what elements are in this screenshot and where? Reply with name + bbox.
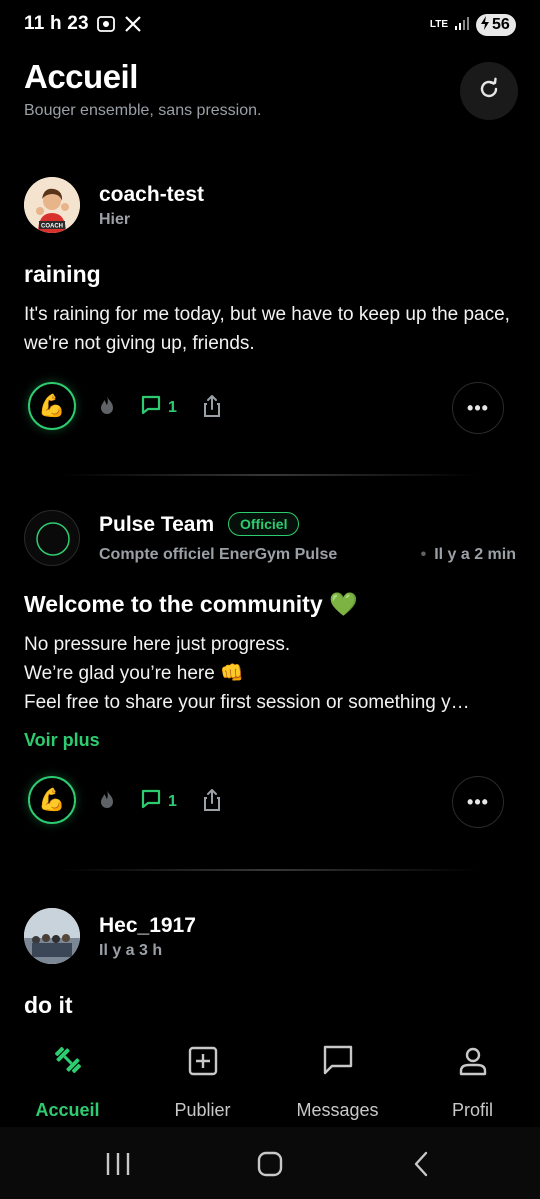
flex-emoji: 💪	[38, 787, 66, 812]
page-title: Accueil	[24, 58, 138, 95]
post-subtitle: Compte officiel EnerGym Pulse	[99, 546, 338, 563]
nav-label: Profil	[451, 1100, 493, 1120]
nav-label: Messages	[296, 1100, 379, 1120]
nav-item-accueil[interactable]: Accueil	[0, 1030, 135, 1121]
share-icon[interactable]	[202, 394, 222, 423]
comment-count: 1	[168, 792, 177, 810]
fire-icon[interactable]	[98, 395, 116, 420]
battery-indicator: 56	[476, 14, 516, 36]
post-author[interactable]: Pulse Team	[99, 513, 214, 537]
back-icon[interactable]	[412, 1151, 430, 1182]
avatar[interactable]: COACH	[24, 177, 80, 233]
status-time: 11 h 23	[24, 13, 89, 34]
official-badge: Officiel	[228, 512, 300, 536]
more-options-button[interactable]: •••	[452, 776, 504, 828]
system-nav-bar	[0, 1127, 540, 1199]
refresh-button[interactable]	[460, 62, 518, 120]
refresh-icon	[477, 77, 501, 106]
screenshot-icon	[96, 14, 116, 39]
reaction-button[interactable]: 💪	[28, 776, 76, 824]
post-time: Hier	[99, 211, 131, 228]
post-title: raining	[24, 261, 101, 287]
dumbbell-icon	[51, 1043, 85, 1082]
post-author[interactable]: coach-test	[99, 183, 204, 207]
post-time: Il y a 3 h	[99, 942, 163, 959]
recent-apps-icon[interactable]	[104, 1151, 132, 1182]
home-icon[interactable]	[257, 1151, 283, 1182]
post-actions: 💪 1 •••	[28, 776, 504, 828]
comment-count: 1	[168, 398, 177, 416]
message-icon	[321, 1043, 355, 1082]
post-time: • Il y a 2 min	[420, 546, 516, 563]
post-body-line: No pressure here just progress.	[24, 634, 291, 655]
coach-avatar-label: COACH	[41, 224, 63, 230]
divider	[60, 869, 480, 871]
avatar[interactable]	[24, 908, 80, 964]
share-icon[interactable]	[202, 788, 222, 817]
reaction-button[interactable]: 💪	[28, 382, 76, 430]
post-body: It's raining for me today, but we have t…	[24, 304, 510, 354]
post-body-line: Feel free to share your first session or…	[24, 692, 470, 713]
comment-icon	[140, 788, 162, 815]
nav-item-profil[interactable]: Profil	[405, 1030, 540, 1121]
post-time-text: Il y a 2 min	[434, 546, 516, 563]
page-header: Accueil Bouger ensemble, sans pression.	[24, 58, 261, 120]
post-body: No pressure here just progress. We’re gl…	[24, 630, 519, 717]
fire-icon[interactable]	[98, 789, 116, 814]
comment-icon	[140, 394, 162, 421]
comment-button[interactable]: 1	[140, 788, 177, 815]
page-subtitle: Bouger ensemble, sans pression.	[24, 102, 262, 119]
nav-label: Accueil	[35, 1100, 100, 1120]
bottom-nav: Accueil Publier Messages Profil	[0, 1030, 540, 1127]
nav-label: Publier	[174, 1100, 231, 1120]
charging-icon	[480, 15, 490, 35]
post-title: do it	[24, 992, 73, 1018]
plus-square-icon	[187, 1045, 219, 1082]
network-type: LTE	[429, 19, 448, 30]
see-more-link[interactable]: Voir plus	[24, 730, 100, 751]
post-actions: 💪 1 •••	[28, 382, 504, 434]
x-logo-icon	[124, 15, 142, 38]
nav-item-publier[interactable]: Publier	[135, 1030, 270, 1121]
post-title: Welcome to the community 💚	[24, 591, 358, 617]
post-author[interactable]: Hec_1917	[99, 914, 196, 938]
more-options-button[interactable]: •••	[452, 382, 504, 434]
status-bar: 11 h 23 LTE 56	[0, 0, 540, 50]
divider	[60, 474, 480, 476]
post-body-line: We’re glad you’re here 👊	[24, 663, 244, 684]
battery-level: 56	[492, 16, 510, 33]
user-icon	[457, 1045, 489, 1082]
nav-item-messages[interactable]: Messages	[270, 1030, 405, 1121]
flex-emoji: 💪	[38, 393, 66, 418]
comment-button[interactable]: 1	[140, 394, 177, 421]
avatar[interactable]	[24, 510, 80, 566]
signal-icon	[454, 16, 470, 35]
